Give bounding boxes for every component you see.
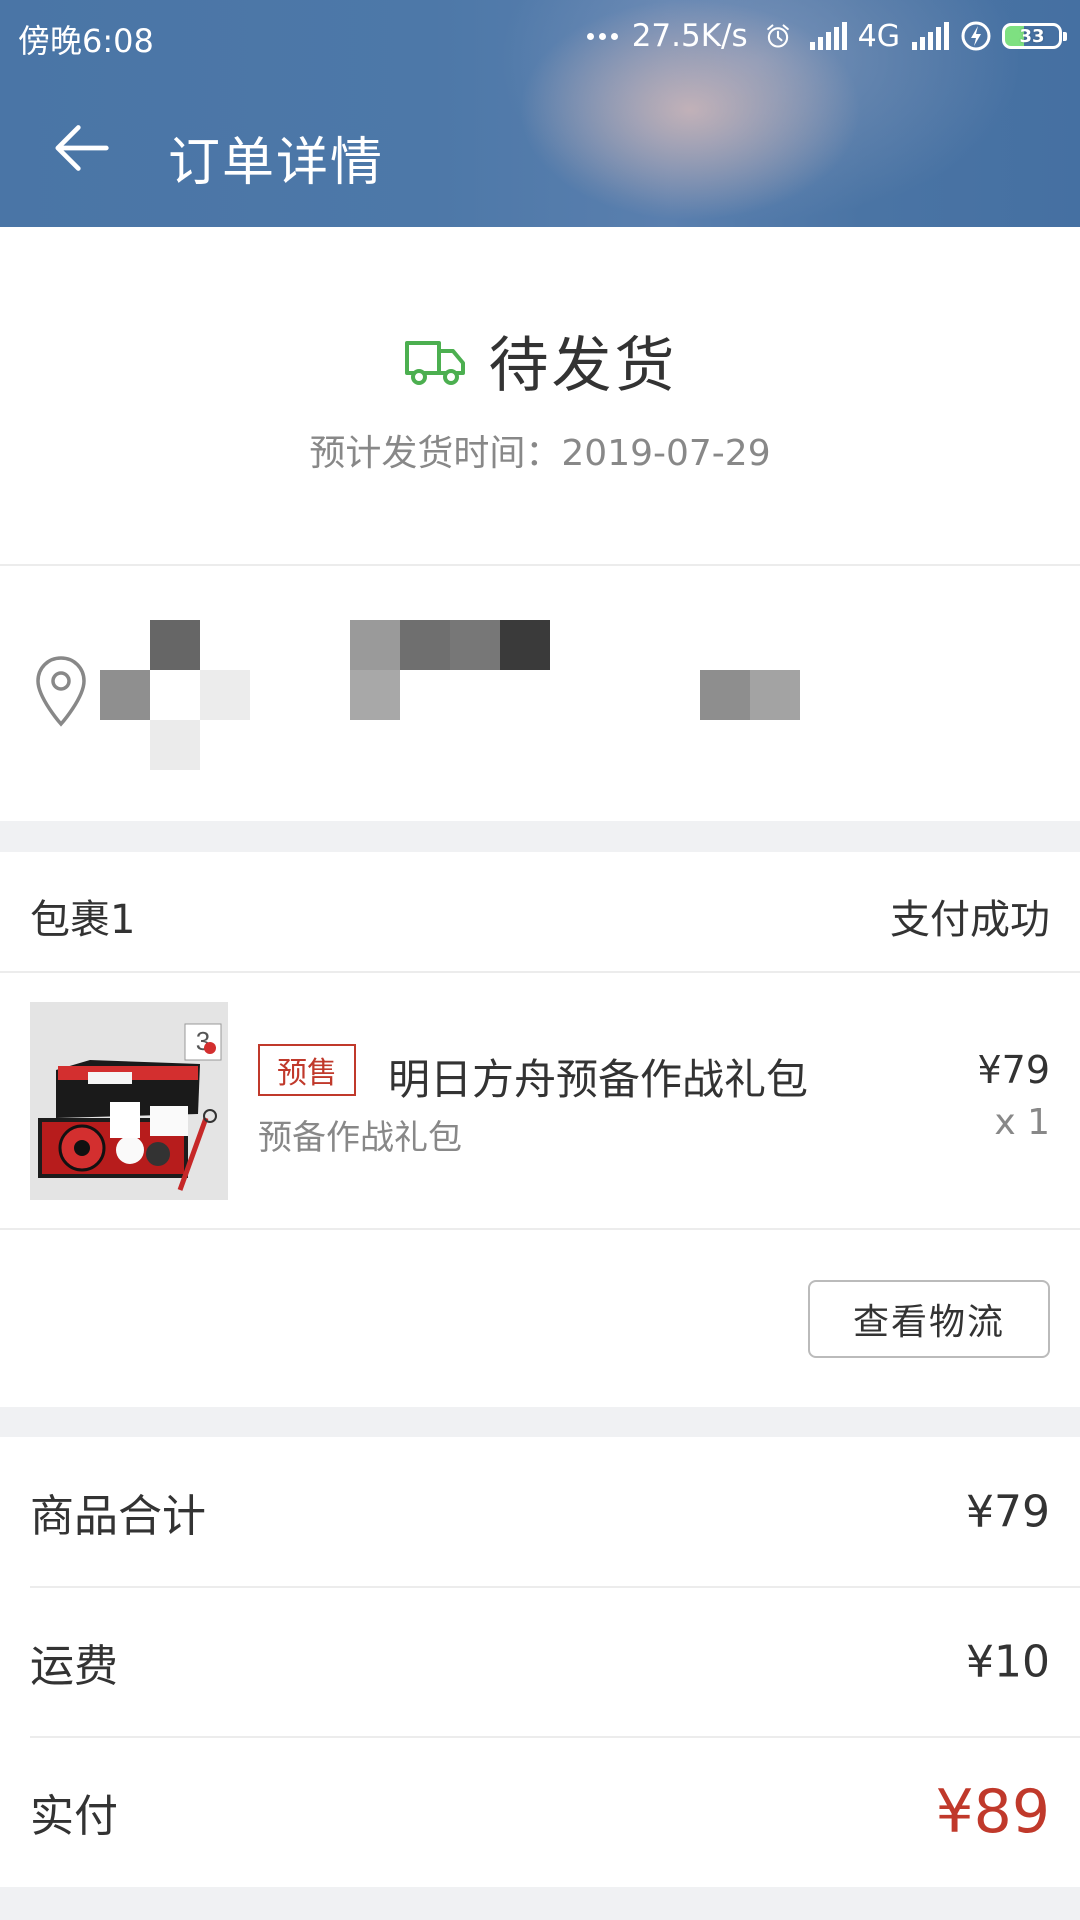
divider — [0, 1228, 1080, 1230]
product-price: ¥79 — [977, 1048, 1050, 1092]
arrow-left-icon — [55, 125, 109, 171]
paid-label: 实付 — [30, 1791, 118, 1842]
paid-row: 实付 ¥89 — [30, 1737, 1050, 1887]
product-image[interactable]: 3 — [30, 1002, 228, 1200]
package-section: 包裹1 支付成功 3 预售 明日方舟预备作战礼包 预备作战礼包 ¥79 x 1 — [0, 852, 1080, 1407]
truck-icon — [404, 340, 465, 385]
battery-icon: 33 — [1002, 23, 1067, 49]
back-button[interactable] — [48, 118, 118, 178]
product-quantity: x 1 — [994, 1102, 1050, 1143]
address-section[interactable] — [0, 566, 1080, 821]
package-name: 包裹1 — [30, 897, 136, 943]
shipping-value: ¥10 — [966, 1636, 1050, 1688]
more-dots-icon — [586, 32, 618, 40]
payment-status: 支付成功 — [890, 897, 1050, 943]
product-variant: 预备作战礼包 — [258, 1118, 462, 1158]
order-status-section: 待发货 预计发货时间：2019-07-29 — [0, 227, 1080, 565]
estimated-ship-time: 预计发货时间：2019-07-29 — [309, 433, 771, 474]
location-pin-icon — [36, 656, 86, 727]
app-header: 傍晚6:08 27.5K/s 4G 33 订单详情 — [0, 0, 1080, 227]
subtotal-row: 商品合计 ¥79 — [30, 1437, 1050, 1587]
signal-icon-2 — [912, 22, 949, 50]
presale-tag: 预售 — [258, 1044, 356, 1096]
view-logistics-button[interactable]: 查看物流 — [808, 1280, 1050, 1358]
status-indicators: 27.5K/s 4G 33 — [586, 14, 1067, 58]
shipping-status-text: 待发货 — [488, 331, 678, 401]
subtotal-label: 商品合计 — [30, 1491, 206, 1542]
shipping-row: 运费 ¥10 — [30, 1587, 1050, 1737]
network-type: 4G — [857, 18, 900, 54]
battery-level: 33 — [1019, 25, 1045, 47]
status-bar: 傍晚6:08 27.5K/s 4G 33 — [0, 0, 1080, 72]
price-summary: 商品合计 ¥79 运费 ¥10 实付 ¥89 — [0, 1437, 1080, 1887]
charging-icon — [961, 21, 991, 51]
status-time: 傍晚6:08 — [18, 22, 154, 60]
gift-box-image: 3 — [30, 1002, 228, 1200]
subtotal-value: ¥79 — [966, 1486, 1050, 1538]
product-title[interactable]: 明日方舟预备作战礼包 — [388, 1046, 808, 1107]
divider — [0, 971, 1080, 973]
paid-value: ¥89 — [935, 1777, 1050, 1847]
page-title: 订单详情 — [168, 133, 385, 193]
package-header: 包裹1 支付成功 — [30, 887, 1050, 947]
alarm-icon — [766, 24, 789, 48]
shipping-label: 运费 — [30, 1641, 118, 1692]
network-speed: 27.5K/s — [631, 18, 748, 54]
shipping-status: 待发货 — [0, 317, 1080, 404]
signal-icon — [809, 22, 847, 50]
